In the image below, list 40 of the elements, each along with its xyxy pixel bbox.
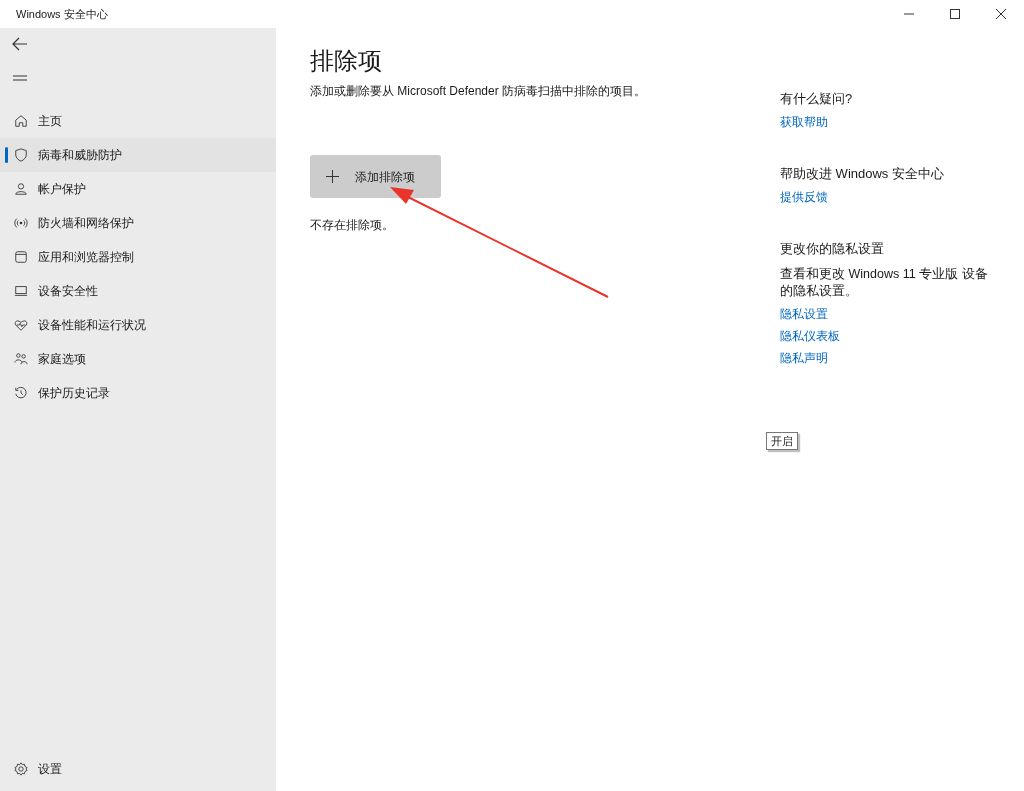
sidebar-nav-item[interactable]: 保护历史记录 — [0, 376, 276, 410]
window-icon — [14, 250, 28, 264]
add-exclusion-button[interactable]: 添加排除项 — [310, 155, 441, 198]
shield-icon — [14, 148, 28, 162]
sidebar-nav-item[interactable]: 家庭选项 — [0, 342, 276, 376]
sidebar-nav-item[interactable]: 帐户保护 — [0, 172, 276, 206]
tooltip: 开启 — [766, 432, 798, 450]
people-icon — [14, 352, 28, 366]
person-icon — [14, 182, 28, 196]
section-heading: 有什么疑问? — [780, 90, 853, 108]
section-heading: 帮助改进 Windows 安全中心 — [780, 165, 944, 183]
sidebar-nav-item[interactable]: 病毒和威胁防护 — [0, 138, 276, 172]
empty-message: 不存在排除项。 — [310, 217, 394, 234]
section-heading: 更改你的隐私设置 — [780, 240, 884, 258]
help-link[interactable]: 隐私设置 — [780, 306, 828, 322]
window-title: Windows 安全中心 — [16, 6, 108, 22]
settings-nav-item[interactable]: 设置 — [0, 757, 276, 781]
sidebar-nav-item[interactable]: 应用和浏览器控制 — [0, 240, 276, 274]
antenna-icon — [14, 216, 28, 230]
back-arrow-icon — [12, 37, 28, 51]
maximize-icon — [950, 9, 960, 19]
history-icon — [14, 386, 28, 400]
section-text: 查看和更改 Windows 11 专业版 设备的隐私设置。 — [780, 266, 989, 300]
help-link[interactable]: 隐私仪表板 — [780, 328, 840, 344]
page-title: 排除项 — [310, 46, 382, 76]
sidebar-nav-item[interactable]: 防火墙和网络保护 — [0, 206, 276, 240]
sidebar-nav-item[interactable]: 设备安全性 — [0, 274, 276, 308]
help-link[interactable]: 获取帮助 — [780, 114, 828, 130]
sidebar-nav-item[interactable]: 设备性能和运行状况 — [0, 308, 276, 342]
home-icon — [14, 114, 28, 128]
help-link[interactable]: 提供反馈 — [780, 189, 828, 205]
settings-icon — [14, 762, 28, 776]
sidebar-nav-item[interactable]: 主页 — [0, 104, 276, 138]
plus-icon — [326, 170, 339, 183]
help-link[interactable]: 隐私声明 — [780, 350, 828, 366]
close-icon — [996, 9, 1006, 19]
laptop-icon — [14, 284, 28, 298]
menu-icon — [13, 75, 27, 81]
page-description: 添加或删除要从 Microsoft Defender 防病毒扫描中排除的项目。 — [310, 83, 647, 100]
heart-pulse-icon — [14, 318, 28, 332]
